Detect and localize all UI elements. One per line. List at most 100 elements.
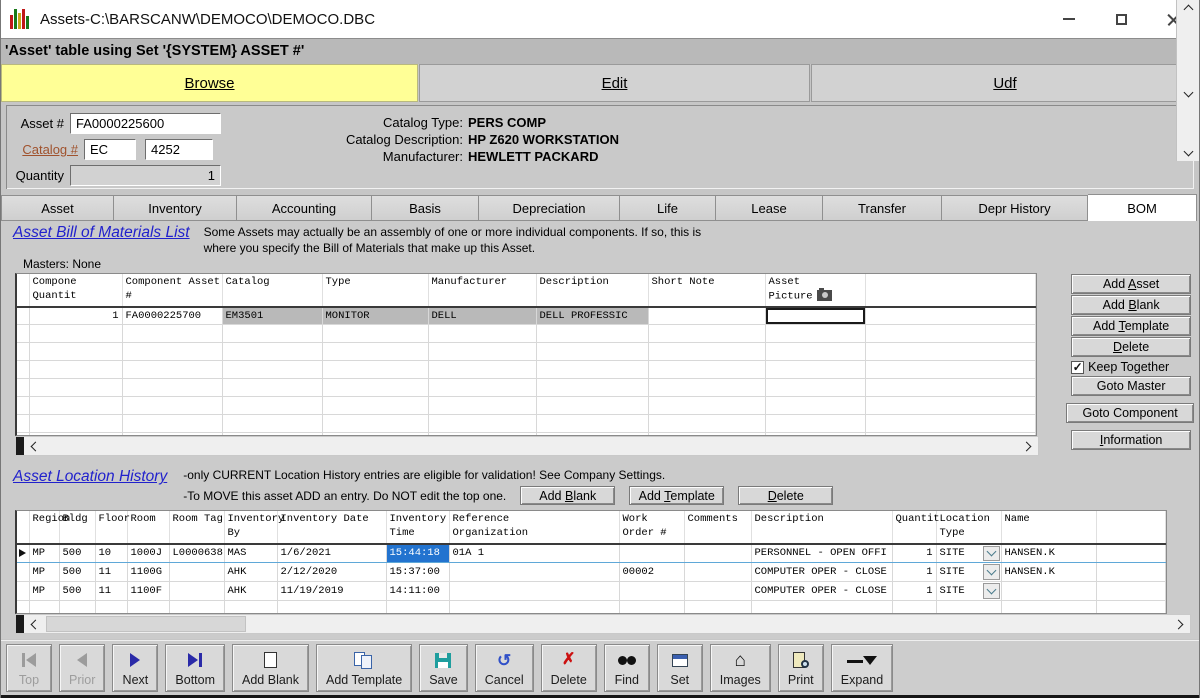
tab-browse[interactable]: Browse bbox=[1, 64, 418, 102]
set-toolbar-button[interactable]: Set bbox=[657, 644, 703, 692]
grid-cell[interactable]: SITE bbox=[936, 544, 1001, 563]
grid-cell[interactable] bbox=[619, 582, 684, 601]
grid-cell[interactable]: 1100F bbox=[127, 582, 169, 601]
grid-cell[interactable]: 10 bbox=[95, 544, 127, 563]
column-header-region[interactable]: Region bbox=[29, 511, 59, 543]
catalog-number-input[interactable] bbox=[145, 139, 213, 160]
scroll-track[interactable] bbox=[44, 437, 1018, 455]
tab-transfer[interactable]: Transfer bbox=[823, 195, 942, 221]
column-header-manufacturer[interactable]: Manufacturer bbox=[428, 274, 536, 307]
column-header-inventory-date[interactable]: Inventory Date bbox=[277, 511, 386, 543]
expand-toolbar-button[interactable]: Expand bbox=[831, 644, 893, 692]
grid-cell[interactable]: AHK bbox=[224, 563, 277, 582]
column-header-room-tag[interactable]: Room Tag bbox=[169, 511, 224, 543]
delete-button[interactable]: Delete bbox=[738, 486, 833, 505]
dropdown-icon[interactable] bbox=[983, 583, 1000, 599]
tab-accounting[interactable]: Accounting bbox=[237, 195, 372, 221]
print-toolbar-button[interactable]: Print bbox=[778, 644, 824, 692]
column-header-floor[interactable]: Floor bbox=[95, 511, 127, 543]
grid-cell[interactable] bbox=[169, 563, 224, 582]
bom-horizontal-scrollbar[interactable] bbox=[15, 436, 1039, 456]
scroll-down-icon[interactable] bbox=[1183, 147, 1193, 157]
tab-bom[interactable]: BOM bbox=[1088, 194, 1197, 221]
scroll-up-icon[interactable] bbox=[1183, 5, 1193, 15]
information-button[interactable]: Information bbox=[1071, 430, 1191, 450]
grid-cell[interactable]: AHK bbox=[224, 582, 277, 601]
delete-toolbar-button[interactable]: ✗Delete bbox=[541, 644, 597, 692]
column-header-work-order[interactable]: Work Order # bbox=[619, 511, 684, 543]
grid-cell[interactable]: 11/19/2019 bbox=[277, 582, 386, 601]
add-template-toolbar-button[interactable]: Add Template bbox=[316, 644, 412, 692]
grid-cell[interactable]: 00002 bbox=[619, 563, 684, 582]
scroll-left-icon[interactable] bbox=[24, 443, 44, 450]
grid-cell[interactable] bbox=[449, 563, 619, 582]
grid-cell[interactable]: DELL bbox=[428, 307, 536, 325]
goto-master-button[interactable]: Goto Master bbox=[1071, 376, 1191, 396]
cancel-toolbar-button[interactable]: ↺Cancel bbox=[475, 644, 534, 692]
grid-cell[interactable]: SITE bbox=[936, 563, 1001, 582]
tab-udf[interactable]: Udf bbox=[811, 64, 1199, 102]
column-header-asset-picture[interactable]: Asset Picture bbox=[765, 274, 865, 307]
grid-cell[interactable]: EM3501 bbox=[222, 307, 322, 325]
add-template-button[interactable]: Add Template bbox=[1071, 316, 1191, 336]
column-header-bldg[interactable]: Bldg bbox=[59, 511, 95, 543]
grid-cell[interactable]: PERSONNEL - OPEN OFFI bbox=[751, 544, 892, 563]
column-header-inventory-time[interactable]: Inventory Time bbox=[386, 511, 449, 543]
grid-cell[interactable] bbox=[684, 582, 751, 601]
asset-number-input[interactable] bbox=[70, 113, 221, 134]
grid-cell[interactable] bbox=[648, 307, 765, 325]
grid-cell[interactable]: 1 bbox=[892, 563, 936, 582]
prior-toolbar-button[interactable]: Prior bbox=[59, 644, 105, 692]
find-toolbar-button[interactable]: Find bbox=[604, 644, 650, 692]
grid-cell[interactable]: 01A 1 bbox=[449, 544, 619, 563]
minimize-button[interactable] bbox=[1043, 0, 1095, 38]
grid-cell[interactable]: FA0000225700 bbox=[122, 307, 222, 325]
scroll-right-icon[interactable] bbox=[1018, 443, 1038, 450]
grid-cell[interactable] bbox=[449, 582, 619, 601]
column-header-inventory-by[interactable]: Inventory By bbox=[224, 511, 277, 543]
grid-cell[interactable]: SITE bbox=[936, 582, 1001, 601]
grid-cell[interactable]: 1/6/2021 bbox=[277, 544, 386, 563]
tab-life[interactable]: Life bbox=[620, 195, 716, 221]
column-header-compone-quantit[interactable]: Compone Quantit bbox=[29, 274, 122, 307]
column-header-quantit[interactable]: Quantit bbox=[892, 511, 936, 543]
next-toolbar-button[interactable]: Next bbox=[112, 644, 158, 692]
add-blank-button[interactable]: Add Blank bbox=[520, 486, 615, 505]
grid-cell[interactable]: 11 bbox=[95, 582, 127, 601]
grid-cell[interactable]: 11 bbox=[95, 563, 127, 582]
tab-depr-history[interactable]: Depr History bbox=[942, 195, 1088, 221]
grid-cell[interactable]: 2/12/2020 bbox=[277, 563, 386, 582]
tab-edit[interactable]: Edit bbox=[419, 64, 810, 102]
catalog-prefix-input[interactable] bbox=[84, 139, 136, 160]
grid-cell[interactable] bbox=[1001, 582, 1096, 601]
column-header-name[interactable]: Name bbox=[1001, 511, 1096, 543]
grid-cell[interactable]: MONITOR bbox=[322, 307, 428, 325]
save-toolbar-button[interactable]: Save bbox=[419, 644, 468, 692]
grid-cell[interactable] bbox=[169, 582, 224, 601]
location-vertical-scrollbar[interactable] bbox=[1176, 0, 1199, 102]
images-toolbar-button[interactable]: ⌂Images bbox=[710, 644, 771, 692]
column-header-reference-organization[interactable]: Reference Organization bbox=[449, 511, 619, 543]
tab-lease[interactable]: Lease bbox=[716, 195, 823, 221]
column-header-room[interactable]: Room bbox=[127, 511, 169, 543]
scroll-track[interactable] bbox=[44, 615, 1170, 633]
delete-button[interactable]: Delete bbox=[1071, 337, 1191, 357]
grid-cell[interactable]: HANSEN.K bbox=[1001, 544, 1096, 563]
column-header-location-type[interactable]: Location Type bbox=[936, 511, 1001, 543]
tab-asset[interactable]: Asset bbox=[1, 195, 114, 221]
grid-cell[interactable]: MP bbox=[29, 544, 59, 563]
grid-cell[interactable]: COMPUTER OPER - CLOSE bbox=[751, 582, 892, 601]
add-template-button[interactable]: Add Template bbox=[629, 486, 724, 505]
column-header-comments[interactable]: Comments bbox=[684, 511, 751, 543]
add-blank-button[interactable]: Add Blank bbox=[1071, 295, 1191, 315]
maximize-button[interactable] bbox=[1095, 0, 1147, 38]
grid-cell[interactable]: 500 bbox=[59, 544, 95, 563]
dropdown-icon[interactable] bbox=[983, 564, 1000, 580]
grid-cell[interactable]: 15:44:18 bbox=[386, 544, 449, 563]
grid-cell[interactable]: 500 bbox=[59, 582, 95, 601]
bom-section-link[interactable]: Asset Bill of Materials List bbox=[13, 224, 190, 256]
column-header-description[interactable]: Description bbox=[751, 511, 892, 543]
dropdown-icon[interactable] bbox=[983, 546, 1000, 562]
scroll-left-icon[interactable] bbox=[24, 621, 44, 628]
grid-cell[interactable] bbox=[684, 563, 751, 582]
